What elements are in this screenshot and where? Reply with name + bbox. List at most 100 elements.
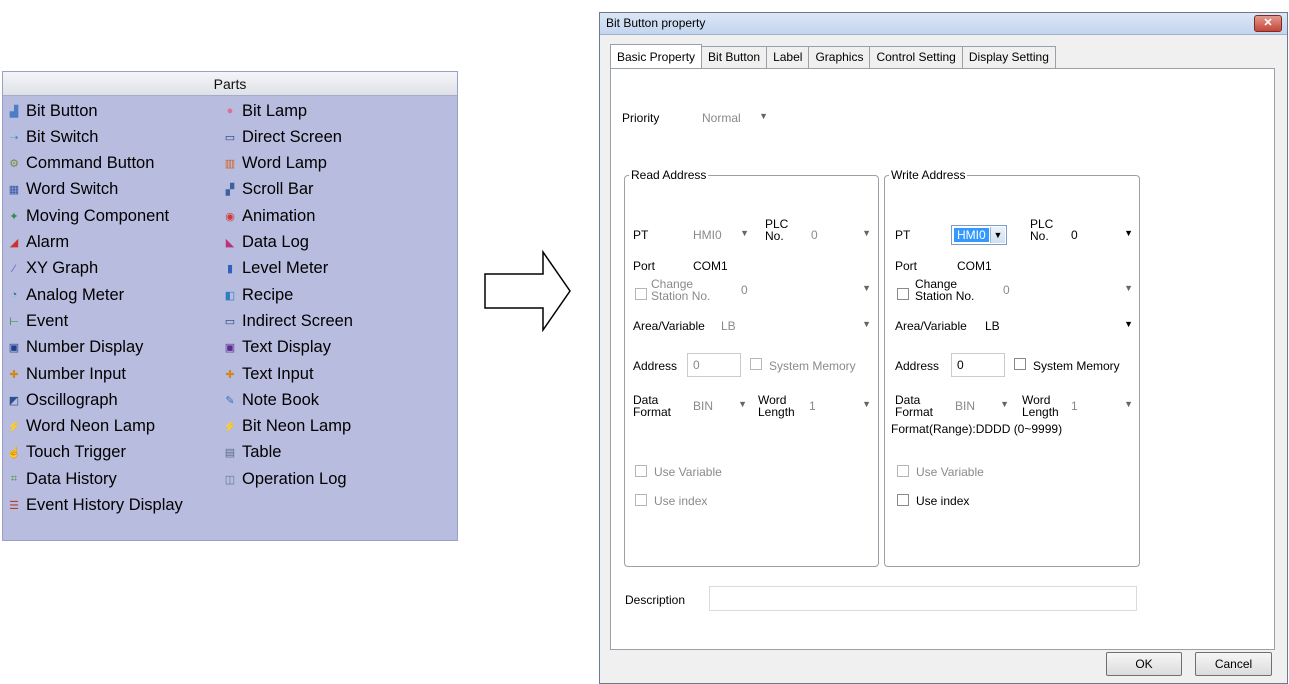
part-item-animation[interactable]: ◉ Animation: [222, 203, 315, 229]
part-item-oscillograph[interactable]: ◩ Oscillograph: [6, 387, 118, 413]
read-use-index-checkbox[interactable]: [635, 494, 647, 506]
read-pt-select[interactable]: HMI0 ▼: [689, 224, 751, 246]
read-change-station-label: Change Station No.: [651, 277, 711, 303]
part-item-alarm[interactable]: ◢ Alarm: [6, 230, 69, 256]
chevron-down-icon: ▼: [1124, 319, 1133, 329]
read-use-variable-checkbox[interactable]: [635, 465, 647, 477]
part-item-xy-graph[interactable]: ⁄ XY Graph: [6, 256, 98, 282]
tab-basic-property[interactable]: Basic Property: [610, 44, 703, 68]
part-item-level-meter[interactable]: ▮ Level Meter: [222, 256, 328, 282]
write-plc-select[interactable]: 0 ▼: [1067, 224, 1135, 246]
part-item-bit-lamp[interactable]: ● Bit Lamp: [222, 98, 307, 124]
read-address-field[interactable]: 0: [687, 353, 741, 377]
part-item-word-lamp[interactable]: ▥ Word Lamp: [222, 151, 327, 177]
part-item-label: Scroll Bar: [242, 180, 314, 199]
description-field[interactable]: [709, 586, 1137, 611]
chevron-down-icon: ▼: [738, 399, 747, 409]
read-change-station-checkbox[interactable]: [635, 288, 647, 300]
tab-display-setting[interactable]: Display Setting: [961, 46, 1056, 68]
text-display-icon: ▣: [224, 342, 236, 355]
write-change-station-checkbox[interactable]: [897, 288, 909, 300]
read-station-value: 0: [741, 283, 748, 297]
write-area-value: LB: [985, 319, 1000, 333]
write-area-select[interactable]: LB ▼: [981, 315, 1135, 337]
chevron-down-icon: ▼: [990, 227, 1005, 243]
part-item-label: XY Graph: [26, 259, 99, 278]
read-station-select[interactable]: 0 ▼: [737, 279, 873, 301]
part-item-text-input[interactable]: ✚ Text Input: [222, 361, 313, 387]
tab-strip: Basic Property Bit Button Label Graphics…: [610, 44, 1056, 68]
part-item-scroll-bar[interactable]: ▞ Scroll Bar: [222, 177, 314, 203]
write-station-select[interactable]: 0 ▼: [999, 279, 1135, 301]
write-use-index-checkbox[interactable]: [897, 494, 909, 506]
tab-bit-button[interactable]: Bit Button: [701, 46, 768, 68]
part-item-label: Event: [26, 311, 69, 330]
part-item-recipe[interactable]: ◧ Recipe: [222, 282, 294, 308]
tab-graphics[interactable]: Graphics: [808, 46, 871, 68]
read-data-format-select[interactable]: BIN ▼: [689, 395, 749, 417]
part-item-bit-button[interactable]: ▟ Bit Button: [6, 98, 98, 124]
part-item-moving-component[interactable]: ✦ Moving Component: [6, 203, 169, 229]
part-item-table[interactable]: ▤ Table: [222, 440, 282, 466]
part-item-label: Bit Neon Lamp: [242, 417, 352, 436]
data-history-icon: ⌗: [10, 472, 18, 485]
part-item-command-button[interactable]: ⚙ Command Button: [6, 151, 154, 177]
write-data-format-select[interactable]: BIN ▼: [951, 395, 1011, 417]
write-area-label: Area/Variable: [895, 319, 967, 333]
tab-control-setting[interactable]: Control Setting: [869, 46, 963, 68]
read-word-length-select[interactable]: 1 ▼: [805, 395, 873, 417]
write-address-field[interactable]: 0: [951, 353, 1005, 377]
dialog-titlebar[interactable]: Bit Button property ✕: [600, 13, 1287, 35]
animation-icon: ◉: [225, 210, 235, 223]
write-word-length-select[interactable]: 1 ▼: [1067, 395, 1135, 417]
part-item-touch-trigger[interactable]: ☝ Touch Trigger: [6, 440, 126, 466]
part-item-event-history-display[interactable]: ☰ Event History Display: [6, 493, 183, 519]
command-button-icon: ⚙: [9, 158, 19, 171]
write-pt-select[interactable]: HMI0 ▼: [951, 225, 1007, 245]
part-item-data-history[interactable]: ⌗ Data History: [6, 466, 117, 492]
part-item-indirect-screen[interactable]: ▭ Indirect Screen: [222, 308, 353, 334]
part-item-word-switch[interactable]: ▦ Word Switch: [6, 177, 119, 203]
write-port-value: COM1: [957, 259, 992, 273]
part-item-word-neon-lamp[interactable]: ⚡ Word Neon Lamp: [6, 414, 155, 440]
touch-trigger-icon: ☝: [7, 447, 21, 460]
xy-graph-icon: ⁄: [13, 262, 15, 275]
tab-label[interactable]: Label: [766, 46, 810, 68]
moving-component-icon: ✦: [9, 210, 19, 223]
word-switch-icon: ▦: [8, 184, 20, 197]
write-use-variable-label: Use Variable: [916, 465, 984, 479]
write-system-memory-checkbox[interactable]: [1014, 358, 1026, 370]
write-change-station-label: Change Station No.: [915, 277, 975, 303]
write-use-variable-checkbox[interactable]: [897, 465, 909, 477]
bit-neon-lamp-icon: ⚡: [223, 421, 237, 434]
part-item-text-display[interactable]: ▣ Text Display: [222, 335, 331, 361]
read-plc-select[interactable]: 0 ▼: [807, 224, 873, 246]
part-item-bit-switch[interactable]: ➝ Bit Switch: [6, 124, 98, 150]
priority-label: Priority: [622, 111, 660, 125]
read-system-memory-checkbox[interactable]: [750, 358, 762, 370]
part-item-number-input[interactable]: ✚ Number Input: [6, 361, 126, 387]
bit-button-icon: ▟: [9, 105, 19, 118]
part-item-note-book[interactable]: ✎ Note Book: [222, 387, 319, 413]
part-item-label: Direct Screen: [242, 127, 342, 146]
part-item-analog-meter[interactable]: ◔ Analog Meter: [6, 282, 124, 308]
part-item-bit-neon-lamp[interactable]: ⚡ Bit Neon Lamp: [222, 414, 351, 440]
write-plc-label: PLC No.: [1030, 217, 1054, 243]
part-item-label: Event History Display: [26, 496, 183, 514]
priority-select[interactable]: Normal ▼: [698, 107, 770, 129]
ok-button[interactable]: OK: [1106, 652, 1182, 676]
level-meter-icon: ▮: [226, 263, 234, 276]
part-item-number-display[interactable]: ▣ Number Display: [6, 335, 144, 361]
read-area-select[interactable]: LB ▼: [717, 315, 873, 337]
read-address-group: Read Address PT HMI0 ▼ PLC No. 0 ▼ Port C…: [624, 168, 879, 567]
part-item-direct-screen[interactable]: ▭ Direct Screen: [222, 124, 342, 150]
part-item-label: Bit Switch: [26, 127, 99, 146]
read-port-value: COM1: [693, 259, 728, 273]
close-button[interactable]: ✕: [1254, 15, 1282, 32]
part-item-data-log[interactable]: ◣ Data Log: [222, 230, 309, 256]
cancel-button[interactable]: Cancel: [1195, 652, 1272, 676]
part-item-event[interactable]: ⊢ Event: [6, 308, 68, 334]
number-input-icon: ✚: [9, 368, 19, 381]
part-item-operation-log[interactable]: ◫ Operation Log: [222, 466, 347, 492]
chevron-down-icon: ▼: [862, 319, 871, 329]
